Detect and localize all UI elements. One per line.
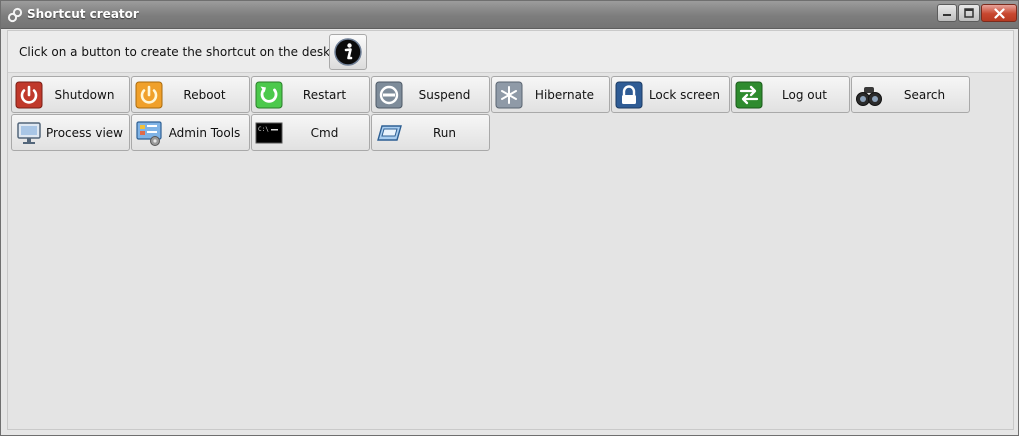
reboot-button[interactable]: Reboot xyxy=(131,76,250,113)
run-label: Run xyxy=(432,126,456,140)
lock-screen-label: Lock screen xyxy=(648,88,721,102)
terminal-icon: C:\ xyxy=(255,122,283,144)
restart-icon xyxy=(255,81,283,109)
maximize-icon xyxy=(964,8,974,18)
shutdown-label: Shutdown xyxy=(54,88,115,102)
close-icon xyxy=(993,7,1005,19)
info-icon xyxy=(334,38,362,66)
info-button[interactable] xyxy=(329,34,367,70)
instructions-text: Click on a button to create the shortcut… xyxy=(19,45,350,59)
header-strip: Click on a button to create the shortcut… xyxy=(8,31,1013,73)
search-button[interactable]: Search xyxy=(851,76,970,113)
suspend-button[interactable]: Suspend xyxy=(371,76,490,113)
admin-panel-icon xyxy=(136,121,162,146)
admin-tools-label: Admin Tools xyxy=(168,126,241,140)
admin-tools-button[interactable]: Admin Tools xyxy=(131,114,250,151)
suspend-icon xyxy=(375,81,403,109)
minimize-icon xyxy=(943,14,951,16)
hibernate-label: Hibernate xyxy=(534,88,595,102)
run-window-icon xyxy=(377,125,402,141)
process-view-label: Process view xyxy=(46,126,123,140)
shortcut-creator-window: Shortcut creator Click on a button to cr… xyxy=(0,0,1019,436)
binoculars-icon xyxy=(856,87,882,106)
padlock-icon xyxy=(615,81,643,109)
log-out-button[interactable]: Log out xyxy=(731,76,850,113)
svg-text:C:\: C:\ xyxy=(258,126,269,133)
run-button[interactable]: Run xyxy=(371,114,490,151)
reboot-icon xyxy=(135,81,163,109)
process-view-button[interactable]: Process view xyxy=(11,114,130,151)
restart-label: Restart xyxy=(302,88,347,102)
cmd-button[interactable]: C:\ Cmd xyxy=(251,114,370,151)
close-button[interactable] xyxy=(981,4,1017,22)
minimize-button[interactable] xyxy=(937,4,957,22)
maximize-button[interactable] xyxy=(958,4,980,22)
hibernate-button[interactable]: Hibernate xyxy=(491,76,610,113)
log-out-label: Log out xyxy=(782,88,827,102)
chain-link-icon xyxy=(7,7,23,23)
reboot-label: Reboot xyxy=(183,88,226,102)
title-bar[interactable]: Shortcut creator xyxy=(1,1,1018,29)
lock-screen-button[interactable]: Lock screen xyxy=(611,76,730,113)
logout-arrows-icon xyxy=(735,81,763,109)
window-title: Shortcut creator xyxy=(27,7,139,21)
suspend-label: Suspend xyxy=(418,88,471,102)
shutdown-button[interactable]: Shutdown xyxy=(11,76,130,113)
cmd-label: Cmd xyxy=(310,126,339,140)
monitor-icon xyxy=(17,122,41,144)
main-panel: Click on a button to create the shortcut… xyxy=(7,30,1014,430)
search-label: Search xyxy=(903,88,946,102)
power-icon xyxy=(15,81,43,109)
hibernate-icon xyxy=(495,81,523,109)
restart-button[interactable]: Restart xyxy=(251,76,370,113)
